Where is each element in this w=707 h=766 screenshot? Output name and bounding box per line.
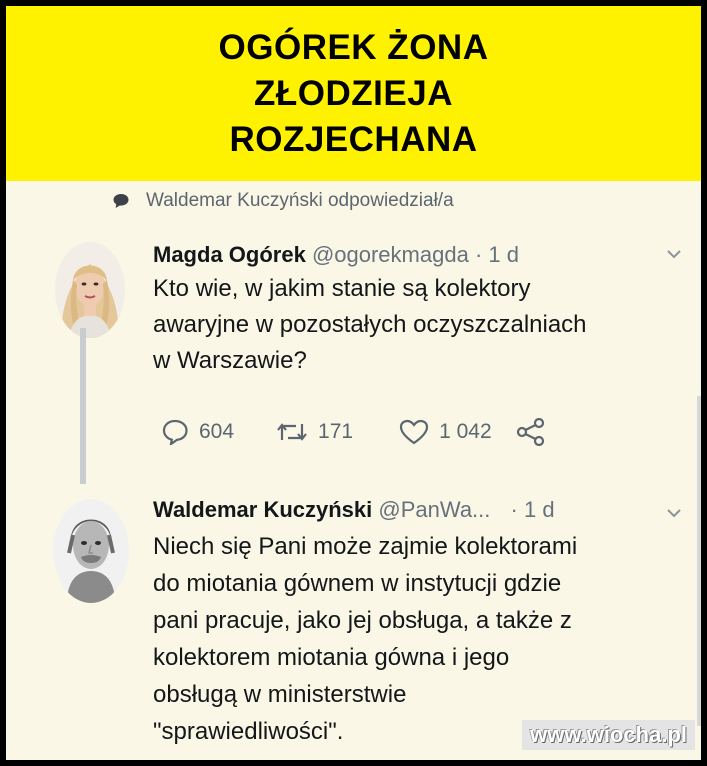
caption-line-2: ZŁODZIEJA [254, 73, 453, 113]
tweet-text-line: "sprawiedliwości". [153, 718, 344, 745]
site-watermark: www.wiocha.pl [522, 720, 695, 750]
reply-button[interactable]: 604 [161, 419, 234, 445]
separator-dot: · [474, 242, 483, 267]
retweet-button[interactable]: 171 [276, 420, 353, 444]
author-name[interactable]: Magda Ogórek [153, 242, 306, 267]
tweet-text-line: kolektorem miotania gówna i jego [153, 644, 510, 671]
tweet-header: Waldemar Kuczyński @PanWa... · 1 d [153, 497, 555, 523]
retweet-count: 171 [318, 420, 354, 443]
tweet-text-line: pani pracuje, jako jej obsługa, a także … [153, 607, 572, 634]
tweet-text-line: Kto wie, w jakim stanie są kolektory [153, 275, 531, 302]
reply-context-text: Waldemar Kuczyński odpowiedział/a [146, 190, 454, 211]
reply-count: 604 [199, 420, 235, 443]
scrollbar[interactable] [697, 396, 701, 726]
share-icon [516, 418, 544, 446]
tweet-header: Magda Ogórek @ogorekmagda · 1 d [153, 242, 519, 268]
reply-icon [162, 419, 188, 445]
like-count: 1 042 [439, 420, 492, 443]
caption-line-1: OGÓREK ŻONA [218, 27, 489, 67]
thread-connector [80, 328, 86, 484]
author-handle[interactable]: @ogorekmagda [312, 242, 469, 267]
tweet-text-line: awaryjne w pozostałych oczyszczalniach [153, 311, 587, 338]
tweet-text-line: w Warszawie? [153, 347, 307, 374]
chevron-down-icon[interactable] [666, 246, 682, 264]
timestamp[interactable]: 1 d [524, 497, 555, 522]
tweet-text: Kto wie, w jakim stanie są kolektory awa… [153, 271, 587, 379]
timestamp[interactable]: 1 d [488, 242, 519, 267]
caption-banner: OGÓREK ŻONA ZŁODZIEJA ROZJECHANA [6, 6, 701, 181]
share-button[interactable] [516, 418, 556, 446]
heart-icon [399, 419, 429, 445]
screenshot-frame: OGÓREK ŻONA ZŁODZIEJA ROZJECHANA Waldema… [6, 6, 701, 760]
author-name[interactable]: Waldemar Kuczyński [153, 497, 372, 522]
tweet-text-line: do miotania gównem w instytucji gdzie [153, 570, 562, 597]
caption-line-3: ROZJECHANA [229, 119, 478, 159]
tweet-text-line: obsługą w ministerstwie [153, 681, 407, 708]
avatar-waldemar[interactable] [53, 499, 129, 603]
reply-context: Waldemar Kuczyński odpowiedział/a [112, 190, 454, 212]
chevron-down-icon[interactable] [666, 505, 682, 523]
tweet-actions: 604 171 1 042 [161, 418, 556, 446]
separator-dot: · [510, 497, 518, 522]
tweet-text-line: Niech się Pani może zajmie kolektorami [153, 533, 578, 560]
author-handle[interactable]: @PanWa... [378, 497, 490, 522]
avatar-magda[interactable] [55, 242, 125, 338]
tweet-text: Niech się Pani może zajmie kolektorami d… [153, 528, 577, 750]
like-button[interactable]: 1 042 [399, 419, 492, 445]
comment-icon [113, 194, 129, 208]
retweet-icon [277, 423, 307, 441]
